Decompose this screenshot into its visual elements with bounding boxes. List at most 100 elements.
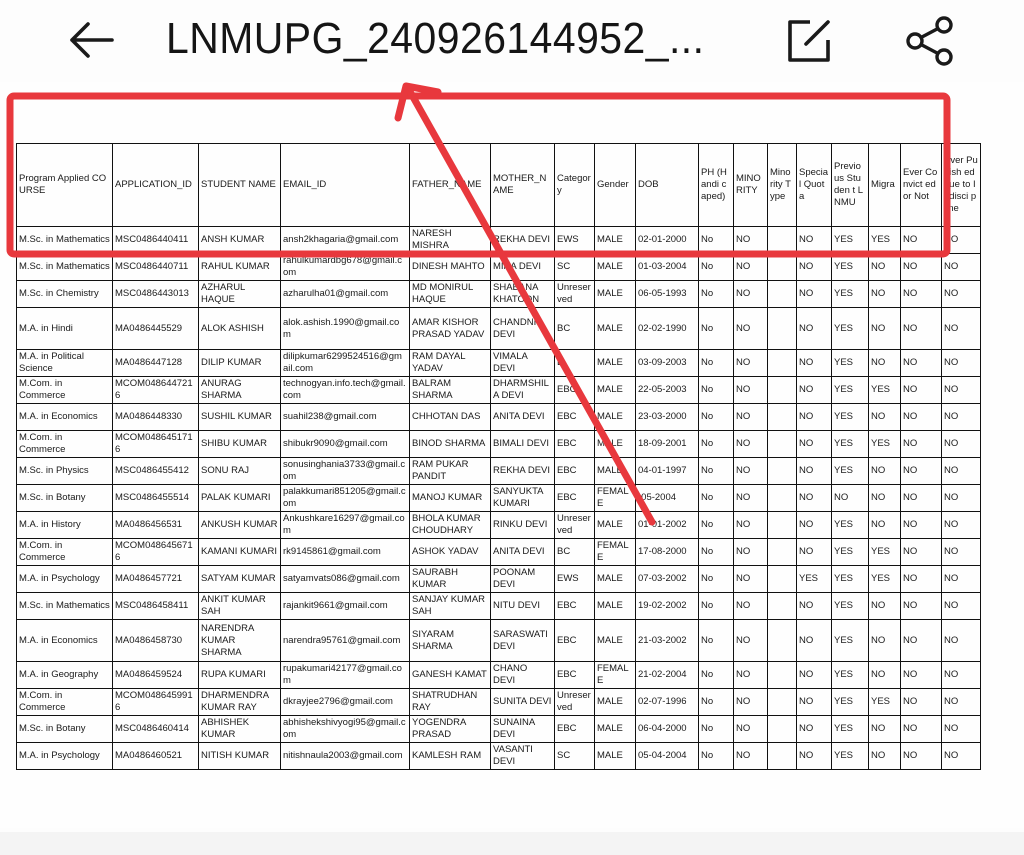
table-cell: KAMLESH RAM [409, 742, 491, 770]
table-cell: NO [733, 226, 768, 254]
table-cell: NO [941, 349, 981, 377]
table-cell: M.Sc. in Physics [16, 457, 113, 485]
app-toolbar: LNMUPG_240926144952_... [0, 0, 1024, 82]
table-cell: M.A. in Psychology [16, 565, 113, 593]
column-header: EMAIL_ID [280, 143, 410, 227]
table-cell: REKHA DEVI [490, 457, 555, 485]
column-header: Categor y [554, 143, 595, 227]
table-cell: MALE [594, 715, 636, 743]
table-cell: MCOM0486447216 [112, 376, 199, 404]
table-cell: RINKU DEVI [490, 511, 555, 539]
table-cell: BC [554, 538, 595, 566]
table-cell: YES [831, 688, 869, 716]
table-cell: NO [941, 280, 981, 308]
table-cell: NO [733, 307, 768, 350]
table-cell: MALE [594, 253, 636, 281]
table-cell [767, 688, 797, 716]
table-cell: MALE [594, 226, 636, 254]
table-cell: YES [831, 538, 869, 566]
table-cell: NO [733, 511, 768, 539]
table-cell: MALE [594, 280, 636, 308]
back-button[interactable] [62, 16, 122, 64]
table-cell: NO [796, 349, 832, 377]
table-row: M.Sc. in Mathematics MSC0486440711 RAHUL K… [16, 253, 981, 281]
table-cell: VIMALA DEVI [490, 349, 555, 377]
table-cell: MA0486447128 [112, 349, 199, 377]
table-cell: MSC0486455412 [112, 457, 199, 485]
table-cell: M.A. in Hindi [16, 307, 113, 350]
table-cell: No [698, 403, 734, 431]
table-cell: SATYAM KUMAR [198, 565, 281, 593]
table-cell: ANKIT KUMAR SAH [198, 592, 281, 620]
table-cell: EBC [554, 619, 595, 662]
table-cell: MSC0486440711 [112, 253, 199, 281]
table-row: M.A. in Geography MA0486459524 RUPA KUMARI… [16, 661, 981, 689]
table-cell: CHANO DEVI [490, 661, 555, 689]
table-row: M.Com. in Commerce MCOM0486451716 SHIBU KU… [16, 430, 981, 458]
table-cell: NO [733, 430, 768, 458]
column-header: PH (Handi caped) [698, 143, 734, 227]
table-cell: abhishekshivyogi95@gmail.com [280, 715, 410, 743]
table-cell: NO [941, 226, 981, 254]
table-cell [767, 661, 797, 689]
share-icon [906, 16, 953, 66]
table-cell: M.A. in Economics [16, 403, 113, 431]
table-cell: NO [796, 280, 832, 308]
share-button[interactable] [900, 14, 960, 66]
table-cell: YES [831, 430, 869, 458]
column-header: Mino rity Type [767, 143, 797, 227]
table-cell: 17-08-2000 [635, 538, 699, 566]
table-cell: No [698, 592, 734, 620]
table-cell: suahil238@gmail.com [280, 403, 410, 431]
table-cell [767, 715, 797, 743]
table-cell: YES [868, 538, 901, 566]
table-cell: MALE [594, 688, 636, 716]
table-row: M.A. in History MA0486456531 ANKUSH KUMAR A… [16, 511, 981, 539]
table-cell: No [698, 511, 734, 539]
table-cell: YES [831, 592, 869, 620]
table-cell: FEMALE [594, 484, 636, 512]
table-cell: No [698, 430, 734, 458]
table-row: M.Sc. in Physics MSC0486455412 SONU RAJ son… [16, 457, 981, 485]
table-cell: rk9145861@gmail.com [280, 538, 410, 566]
table-cell: YES [831, 565, 869, 593]
table-cell: NO [868, 253, 901, 281]
table-row: M.Sc. in Mathematics MSC0486458411 ANKIT K… [16, 592, 981, 620]
table-cell: MALE [594, 619, 636, 662]
table-cell: SONU RAJ [198, 457, 281, 485]
table-cell: YES [831, 742, 869, 770]
table-cell: NO [900, 430, 942, 458]
edit-button[interactable] [782, 14, 836, 66]
table-cell: NO [796, 253, 832, 281]
table-cell [767, 403, 797, 431]
table-cell: GANESH KAMAT [409, 661, 491, 689]
table-cell: EBC [554, 715, 595, 743]
table-cell: M.Sc. in Mathematics [16, 253, 113, 281]
table-cell: NO [941, 253, 981, 281]
table-cell [767, 457, 797, 485]
table-cell: NO [900, 715, 942, 743]
table-cell: NO [900, 349, 942, 377]
table-cell: MA0486445529 [112, 307, 199, 350]
table-cell: M.Com. in Commerce [16, 430, 113, 458]
table-cell: ASHOK YADAV [409, 538, 491, 566]
table-cell: BC [554, 307, 595, 350]
table-cell: NO [941, 403, 981, 431]
table-cell: NO [733, 538, 768, 566]
table-cell: NO [796, 688, 832, 716]
table-cell: SHATRUDHAN RAY [409, 688, 491, 716]
table-cell: NO [831, 484, 869, 512]
column-header: DOB [635, 143, 699, 227]
table-cell: No [698, 226, 734, 254]
table-cell: NO [941, 307, 981, 350]
table-cell: NO [796, 715, 832, 743]
table-cell: M.A. in Political Science [16, 349, 113, 377]
table-cell: NO [868, 511, 901, 539]
table-cell: M.A. in Psychology [16, 742, 113, 770]
table-cell: YES [831, 715, 869, 743]
table-cell: M.Sc. in Botany [16, 484, 113, 512]
table-row: M.Com. in Commerce MCOM0486459916 DHARMEND… [16, 688, 981, 716]
table-cell: YES [831, 457, 869, 485]
table-cell: NO [796, 307, 832, 350]
table-cell: CHHOTAN DAS [409, 403, 491, 431]
